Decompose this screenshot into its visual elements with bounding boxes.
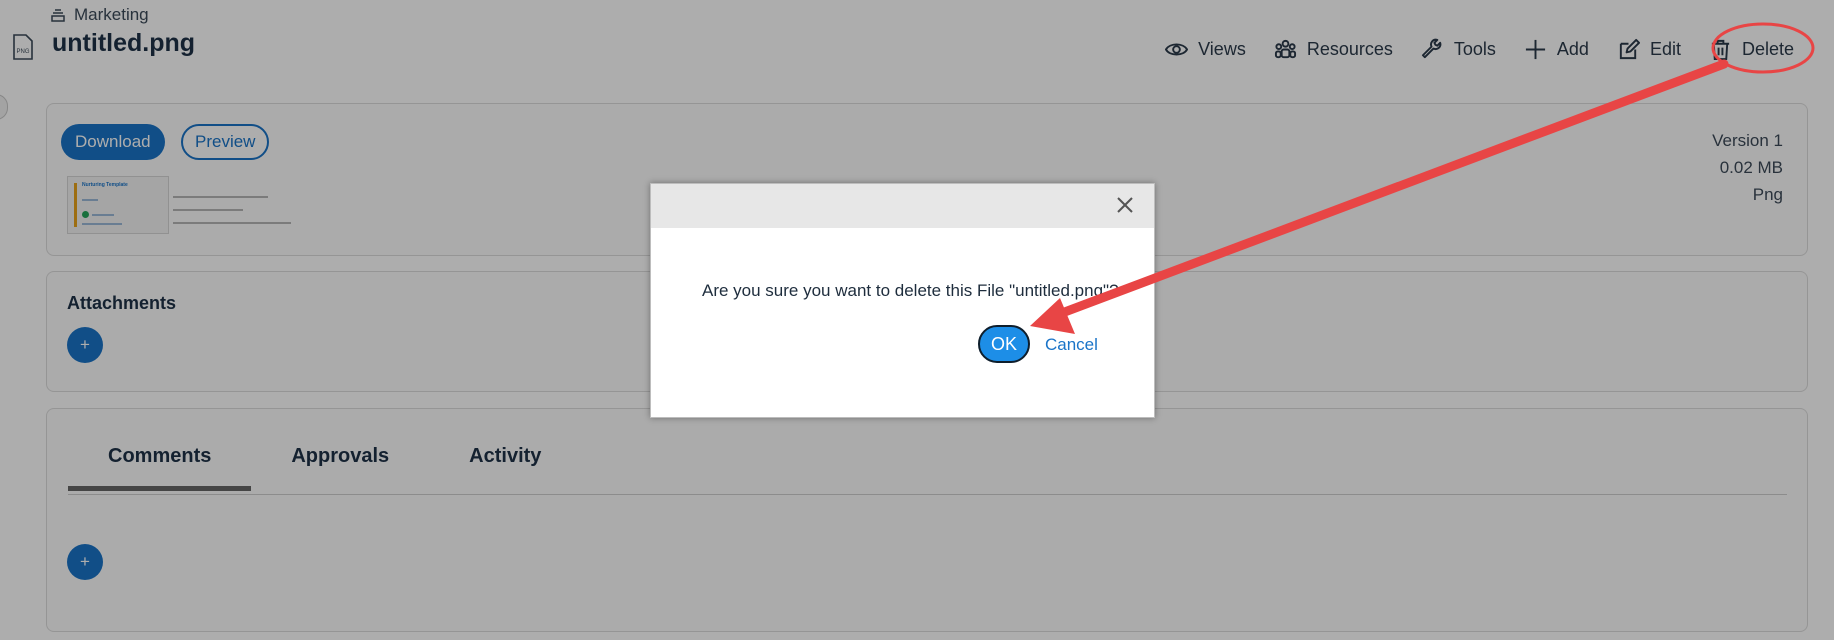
cancel-button[interactable]: Cancel	[1045, 335, 1098, 355]
ok-button[interactable]: OK	[978, 325, 1030, 363]
dialog-message: Are you sure you want to delete this Fil…	[702, 281, 1119, 300]
delete-confirm-dialog: Are you sure you want to delete this Fil…	[650, 183, 1155, 418]
dialog-header	[651, 184, 1154, 228]
close-icon[interactable]	[1114, 194, 1136, 216]
